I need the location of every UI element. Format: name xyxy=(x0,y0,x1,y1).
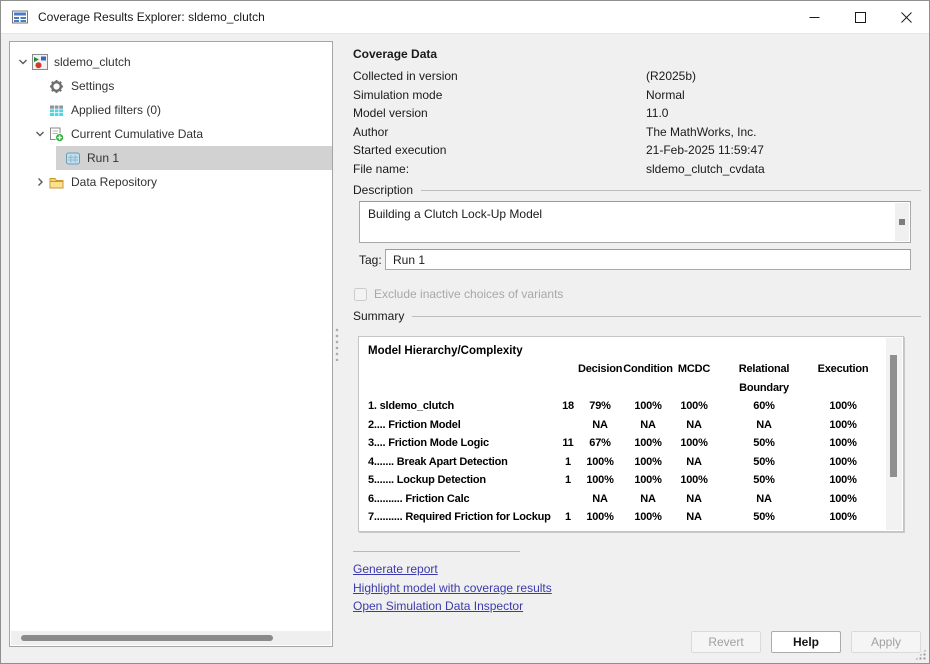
description-scrollbar-thumb[interactable] xyxy=(899,219,905,225)
close-icon xyxy=(901,12,912,23)
open-sdi-link[interactable]: Open Simulation Data Inspector xyxy=(353,597,921,616)
field-value: sldemo_clutch_cvdata xyxy=(646,160,921,179)
field-value: The MathWorks, Inc. xyxy=(646,123,921,142)
field-label: Started execution xyxy=(353,141,646,160)
tree-item-label: Applied filters (0) xyxy=(71,103,161,117)
field-label: Simulation mode xyxy=(353,86,646,105)
summary-table-container: Model Hierarchy/Complexity Decision Cond… xyxy=(358,336,904,532)
title-bar: Coverage Results Explorer: sldemo_clutch xyxy=(1,1,929,34)
app-icon xyxy=(11,8,29,26)
description-line1: Building a Clutch Lock-Up Model xyxy=(368,206,888,223)
field-value: 11.0 xyxy=(646,104,921,123)
column-header: Relational Boundary xyxy=(714,360,814,397)
run-grid-icon xyxy=(64,152,81,165)
column-header: Decision xyxy=(578,360,622,379)
chevron-down-icon[interactable] xyxy=(32,129,48,139)
column-header: Execution xyxy=(814,360,872,379)
table-row-name: 4....... Break Apart Detection xyxy=(368,453,558,472)
maximize-icon xyxy=(855,12,866,23)
summary-table: Decision Condition MCDC Relational Bound… xyxy=(368,360,903,532)
summary-table-title: Model Hierarchy/Complexity xyxy=(368,345,903,357)
table-row-name: 5....... Lockup Detection xyxy=(368,471,558,490)
tree-item-label: Run 1 xyxy=(87,151,119,165)
field-value: 21-Feb-2025 11:59:47 xyxy=(646,141,921,160)
tree-item-run1[interactable]: Run 1 xyxy=(56,146,332,170)
summary-vertical-scrollbar-thumb[interactable] xyxy=(890,355,897,477)
field-value: Normal xyxy=(646,86,921,105)
apply-button: Apply xyxy=(851,631,921,653)
minimize-icon xyxy=(809,12,820,23)
description-textarea[interactable]: Building a Clutch Lock-Up Model This exa… xyxy=(359,201,911,243)
exclude-variants-label: Exclude inactive choices of variants xyxy=(374,287,563,301)
window-title: Coverage Results Explorer: sldemo_clutch xyxy=(38,10,265,24)
tree-item-model[interactable]: sldemo_clutch xyxy=(10,50,332,74)
tree-item-label: Settings xyxy=(71,79,114,93)
tree-item-applied-filters[interactable]: Applied filters (0) xyxy=(10,98,332,122)
table-row-name: 6.......... Friction Calc xyxy=(368,490,558,509)
highlight-model-link[interactable]: Highlight model with coverage results xyxy=(353,579,921,598)
panel-splitter-handle[interactable] xyxy=(335,327,340,361)
tree-item-data-repository[interactable]: Data Repository xyxy=(10,170,332,194)
help-button[interactable]: Help xyxy=(771,631,841,653)
minimize-button[interactable] xyxy=(791,1,837,33)
folder-icon xyxy=(48,176,65,189)
summary-separator-line xyxy=(412,316,921,317)
tree-horizontal-scrollbar[interactable] xyxy=(11,631,331,645)
table-row-name: 7.......... Required Friction for Lockup xyxy=(368,508,558,527)
tree-item-label: sldemo_clutch xyxy=(54,55,131,69)
tag-input[interactable] xyxy=(385,249,911,270)
description-separator-line xyxy=(421,190,921,191)
chevron-down-icon[interactable] xyxy=(15,57,31,67)
field-label: Collected in version xyxy=(353,67,646,86)
description-scrollbar[interactable] xyxy=(895,203,909,241)
coverage-results-explorer-window: Coverage Results Explorer: sldemo_clutch xyxy=(0,0,930,664)
tree-horizontal-scrollbar-thumb[interactable] xyxy=(21,635,273,641)
revert-button: Revert xyxy=(691,631,761,653)
column-header: Condition xyxy=(622,360,674,379)
chevron-right-icon[interactable] xyxy=(32,177,48,187)
maximize-button[interactable] xyxy=(837,1,883,33)
table-row-name: 3.... Friction Mode Logic xyxy=(368,434,558,453)
generate-report-link[interactable]: Generate report xyxy=(353,560,921,579)
tree-item-label: Current Cumulative Data xyxy=(71,127,203,141)
field-value: (R2025b) xyxy=(646,67,921,86)
field-label: Author xyxy=(353,123,646,142)
gear-icon xyxy=(48,79,65,94)
description-heading: Description xyxy=(353,183,413,197)
column-header: MCDC xyxy=(674,360,714,379)
simulink-model-icon xyxy=(31,54,48,70)
table-row-name: 1. sldemo_clutch xyxy=(368,397,558,416)
tree-item-current-cumulative-data[interactable]: Current Cumulative Data xyxy=(10,122,332,146)
coverage-data-heading: Coverage Data xyxy=(353,47,921,61)
links-divider xyxy=(353,551,520,552)
summary-vertical-scrollbar[interactable] xyxy=(886,338,902,530)
field-label: File name: xyxy=(353,160,646,179)
tree-item-settings[interactable]: Settings xyxy=(10,74,332,98)
model-tree-panel: sldemo_clutch Settings xyxy=(9,41,333,647)
filter-table-icon xyxy=(48,104,65,117)
exclude-variants-checkbox xyxy=(354,288,367,301)
coverage-data-panel: Coverage Data Collected in version(R2025… xyxy=(349,41,921,653)
add-data-icon xyxy=(48,127,65,142)
table-row-name: 2.... Friction Model xyxy=(368,416,558,435)
description-line2: This example shows how to use Simulink(R… xyxy=(368,240,888,243)
coverage-data-fields: Collected in version(R2025b) Simulation … xyxy=(353,67,921,178)
tree-item-label: Data Repository xyxy=(71,175,157,189)
field-label: Model version xyxy=(353,104,646,123)
summary-heading: Summary xyxy=(353,309,404,323)
tag-label: Tag: xyxy=(359,253,385,267)
close-button[interactable] xyxy=(883,1,929,33)
table-row-name: 8....... Lockup FSM xyxy=(368,527,558,533)
